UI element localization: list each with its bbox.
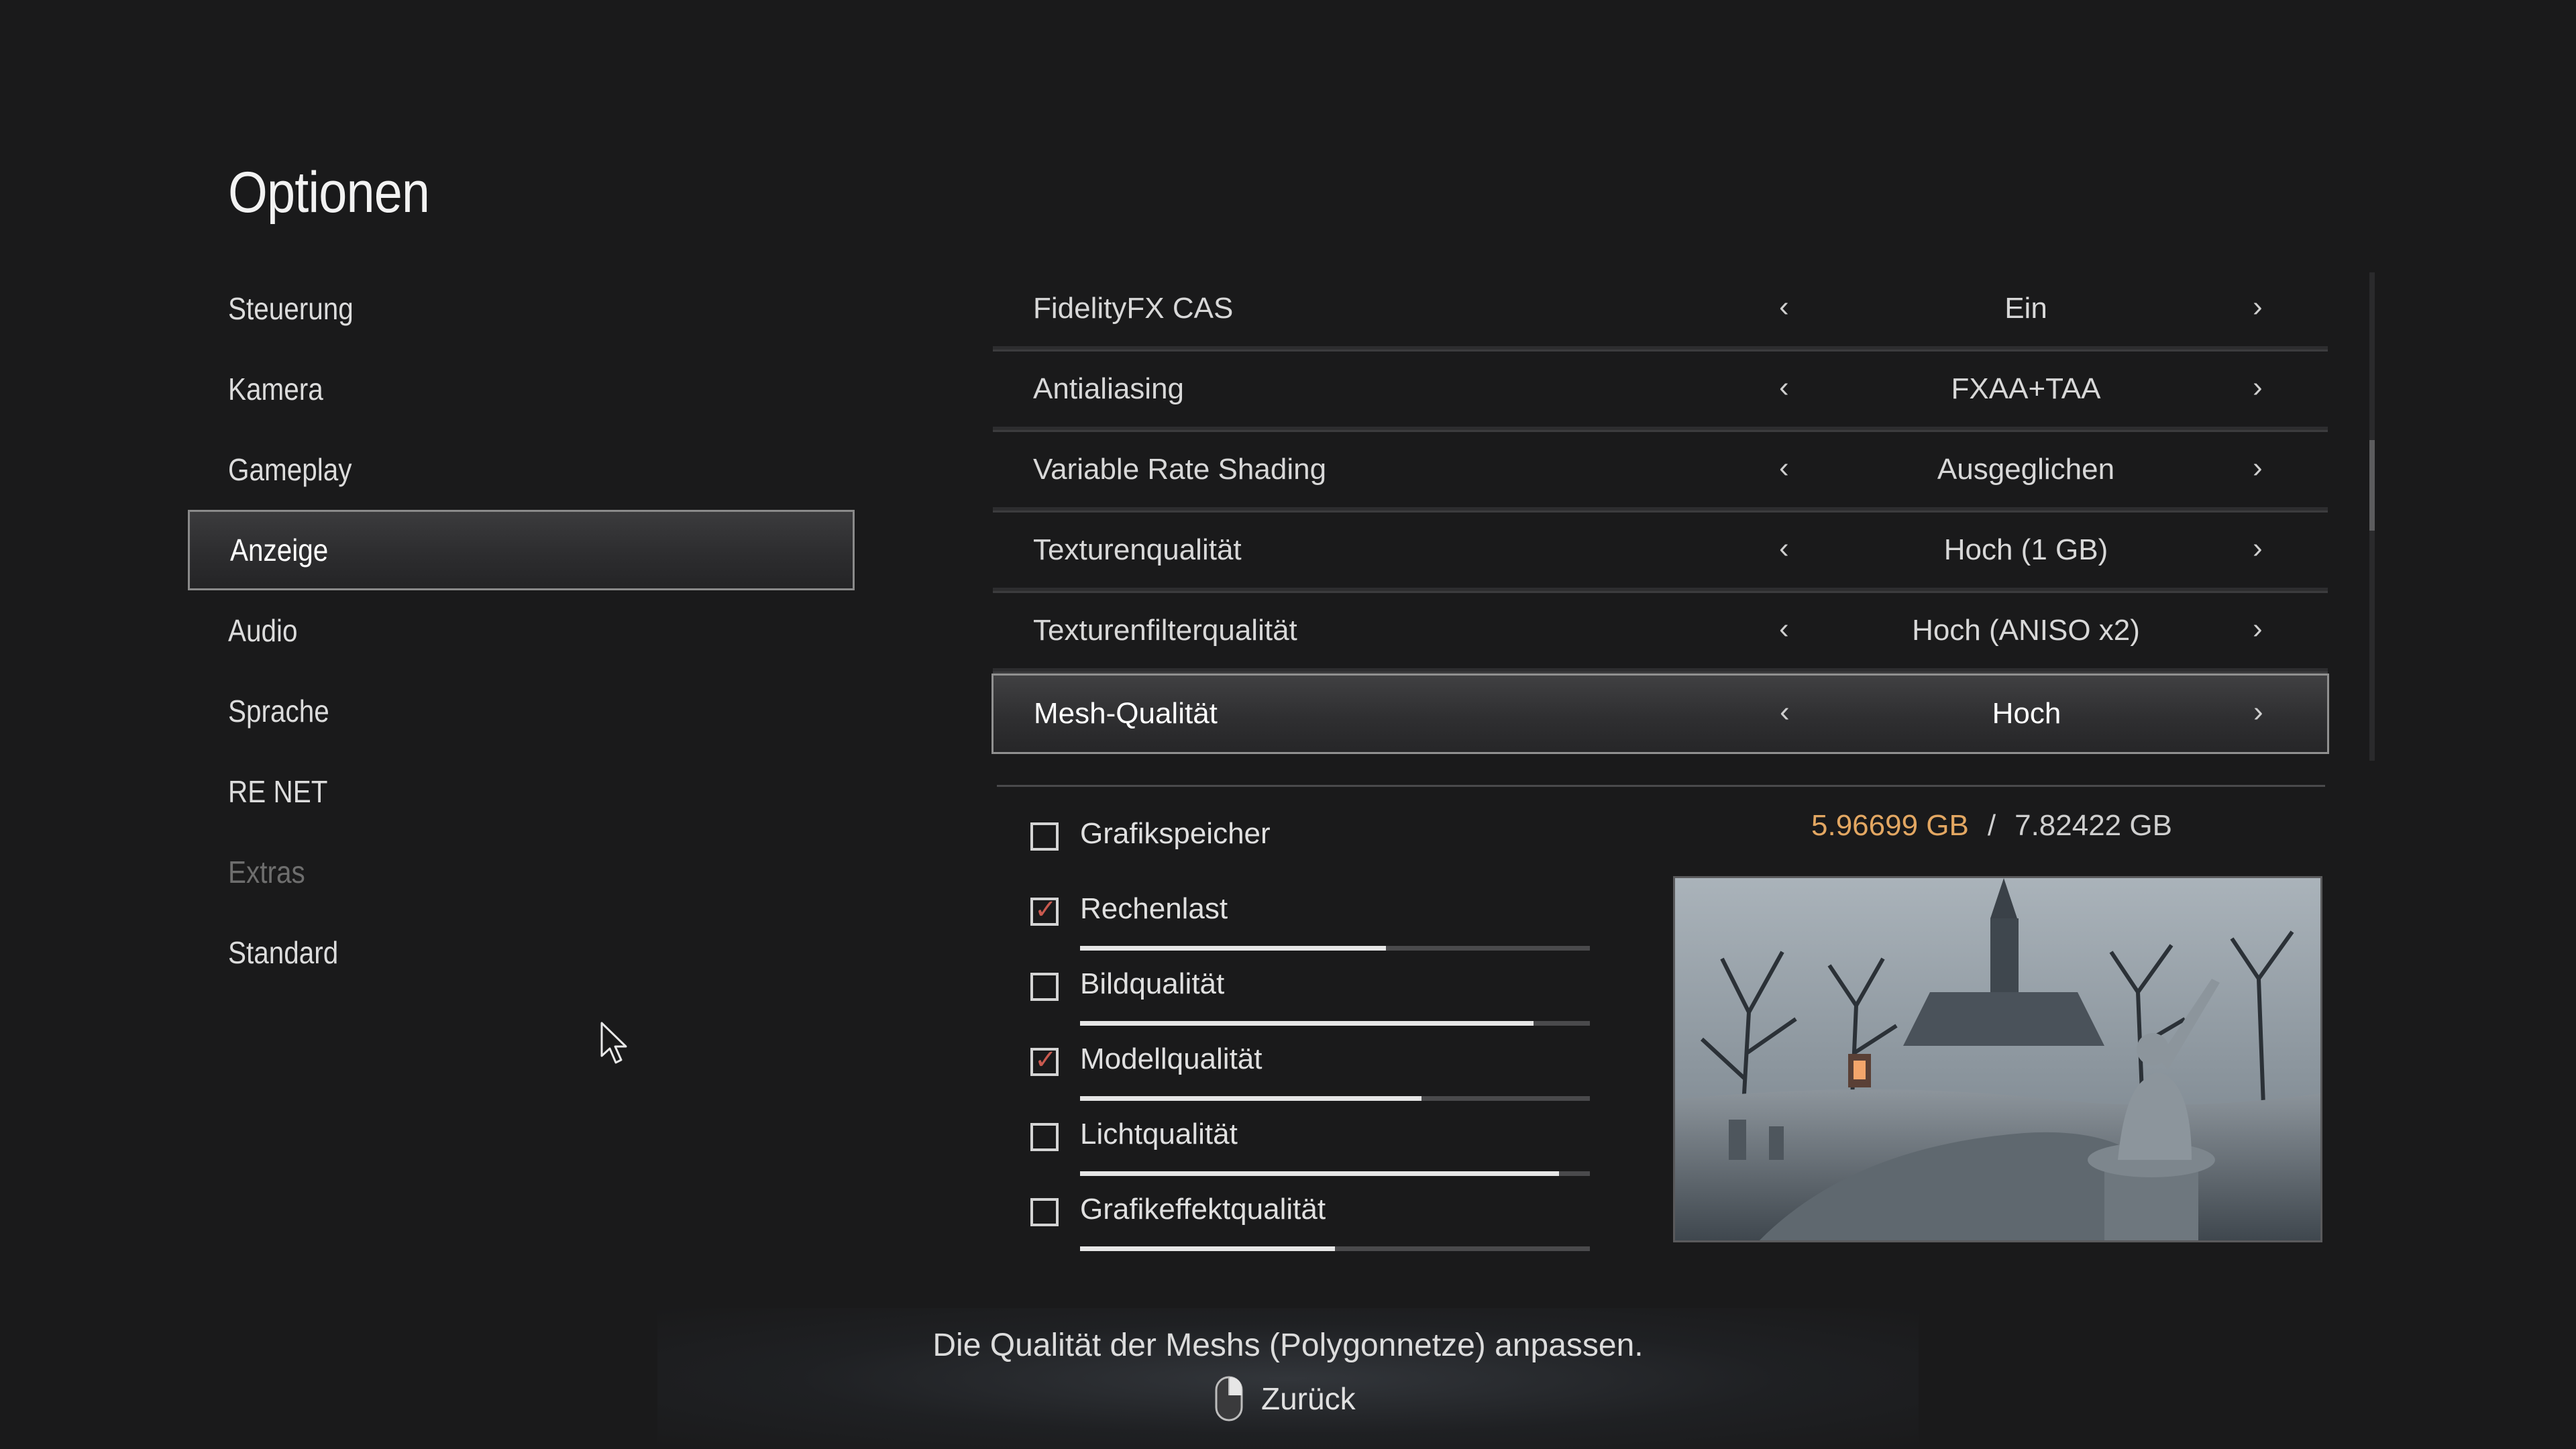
setting-label: Variable Rate Shading — [1033, 453, 1327, 486]
setting-label: Antialiasing — [1033, 372, 1185, 405]
settings-list: FidelityFX CAS ‹ Ein › Antialiasing ‹ FXAA+TAA… — [991, 271, 2329, 754]
metric-checkbox[interactable] — [1030, 1123, 1059, 1151]
metric-label: Lichtqualität — [1080, 1118, 1238, 1150]
metric-label: Modellqualität — [1080, 1042, 1263, 1075]
metric-label: Grafikeffektqualität — [1080, 1193, 1326, 1226]
menu-item-gameplay[interactable]: Gameplay — [188, 429, 855, 510]
arrow-right-icon[interactable]: › — [2253, 612, 2263, 646]
setting-value: Ein — [2004, 292, 2047, 325]
arrow-left-icon[interactable]: ‹ — [1779, 371, 1789, 405]
check-mark-icon: ✓ — [1034, 895, 1057, 924]
metric-bar — [1080, 1171, 1590, 1176]
metric-bar — [1080, 946, 1590, 951]
setting-value: Ausgeglichen — [1937, 453, 2115, 486]
arrow-right-icon[interactable]: › — [2253, 371, 2263, 405]
menu-item-extras[interactable]: Extras — [188, 832, 855, 912]
options-menu: Steuerung Kamera Gameplay Anzeige Audio Sprac… — [188, 268, 855, 993]
metric-row: Lichtqualität — [1030, 1118, 1594, 1190]
menu-item-kamera[interactable]: Kamera — [188, 349, 855, 429]
arrow-left-icon[interactable]: ‹ — [1780, 696, 1790, 729]
arrow-right-icon[interactable]: › — [2253, 696, 2263, 729]
metric-row: Grafikeffektqualität — [1030, 1193, 1594, 1265]
setting-value: Hoch (ANISO x2) — [1912, 614, 2140, 647]
arrow-left-icon[interactable]: ‹ — [1779, 612, 1789, 646]
arrow-left-icon[interactable]: ‹ — [1779, 532, 1789, 566]
menu-item-re-net[interactable]: RE NET — [188, 751, 855, 832]
menu-item-label: Extras — [228, 855, 305, 890]
vram-total: 7.82422 GB — [2015, 809, 2172, 842]
preview-image — [1673, 876, 2322, 1242]
setting-row[interactable]: Antialiasing ‹ FXAA+TAA › — [993, 352, 2328, 432]
cursor-arrow-icon — [600, 1022, 627, 1064]
help-description: Die Qualität der Meshs (Polygonnetze) an… — [932, 1328, 1644, 1363]
metric-checkbox[interactable] — [1030, 973, 1059, 1001]
metric-row: ✓ Modellqualität — [1030, 1042, 1594, 1115]
menu-item-label: Anzeige — [230, 533, 329, 568]
vram-readout: 5.96699 GB / 7.82422 GB — [1811, 809, 2172, 843]
setting-row[interactable]: Texturenfilterqualität ‹ Hoch (ANISO x2) › — [993, 593, 2328, 674]
metric-bar — [1080, 1021, 1590, 1026]
settings-scrollbar[interactable] — [2369, 272, 2375, 761]
metric-label: Bildqualität — [1080, 967, 1225, 1000]
metric-bar — [1080, 1096, 1590, 1101]
setting-value: Hoch — [1992, 697, 2061, 730]
metric-bar-fill — [1080, 1246, 1335, 1251]
setting-value: Hoch (1 GB) — [1943, 533, 2108, 566]
menu-item-label: Steuerung — [228, 291, 354, 326]
metric-bar-fill — [1080, 946, 1386, 951]
setting-row[interactable]: Mesh-Qualität ‹ Hoch › — [991, 674, 2329, 754]
setting-row[interactable]: Variable Rate Shading ‹ Ausgeglichen › — [993, 432, 2328, 513]
vram-checkbox[interactable] — [1030, 822, 1059, 851]
page-title: Optionen — [228, 160, 430, 225]
mouse-icon — [1215, 1376, 1243, 1421]
metric-checkbox[interactable] — [1030, 1198, 1059, 1226]
setting-label: Texturenqualität — [1033, 533, 1242, 566]
arrow-right-icon[interactable]: › — [2253, 451, 2263, 485]
arrow-right-icon[interactable]: › — [2253, 532, 2263, 566]
setting-label: FidelityFX CAS — [1033, 292, 1234, 325]
menu-item-label: Sprache — [228, 694, 329, 729]
vram-used: 5.96699 GB — [1811, 809, 1969, 842]
metric-checkbox[interactable]: ✓ — [1030, 1045, 1059, 1076]
menu-item-label: Standard — [228, 935, 339, 970]
setting-label: Mesh-Qualität — [1034, 697, 1218, 730]
menu-item-audio[interactable]: Audio — [188, 590, 855, 671]
menu-item-label: Gameplay — [228, 452, 352, 487]
arrow-right-icon[interactable]: › — [2253, 290, 2263, 324]
check-mark-icon: ✓ — [1034, 1045, 1057, 1075]
back-label: Zurück — [1261, 1381, 1356, 1416]
setting-value: FXAA+TAA — [1951, 372, 2101, 405]
metric-checkbox[interactable]: ✓ — [1030, 895, 1059, 926]
metric-label: Rechenlast — [1080, 892, 1228, 925]
menu-item-anzeige[interactable]: Anzeige — [188, 510, 855, 590]
metric-bar — [1080, 1246, 1590, 1251]
metric-row: ✓ Rechenlast — [1030, 892, 1594, 965]
menu-item-standard[interactable]: Standard — [188, 912, 855, 993]
vram-separator: / — [1987, 809, 1996, 842]
menu-item-label: Kamera — [228, 372, 323, 407]
setting-row[interactable]: Texturenqualität ‹ Hoch (1 GB) › — [993, 513, 2328, 593]
metric-bar-fill — [1080, 1096, 1422, 1101]
menu-item-steuerung[interactable]: Steuerung — [188, 268, 855, 349]
menu-item-label: RE NET — [228, 774, 328, 809]
metric-bar-fill — [1080, 1171, 1560, 1176]
menu-item-label: Audio — [228, 613, 298, 648]
back-button[interactable]: Zurück — [1214, 1375, 1356, 1422]
menu-item-sprache[interactable]: Sprache — [188, 671, 855, 751]
arrow-left-icon[interactable]: ‹ — [1779, 451, 1789, 485]
vram-label: Grafikspeicher — [1080, 817, 1271, 850]
section-divider — [997, 785, 2325, 787]
setting-row[interactable]: FidelityFX CAS ‹ Ein › — [993, 271, 2328, 352]
metric-bar-fill — [1080, 1021, 1534, 1026]
metric-row: Bildqualität — [1030, 967, 1594, 1040]
vram-row: Grafikspeicher — [1030, 817, 1594, 890]
arrow-left-icon[interactable]: ‹ — [1779, 290, 1789, 324]
setting-label: Texturenfilterqualität — [1033, 614, 1297, 647]
scrollbar-thumb[interactable] — [2369, 440, 2375, 531]
